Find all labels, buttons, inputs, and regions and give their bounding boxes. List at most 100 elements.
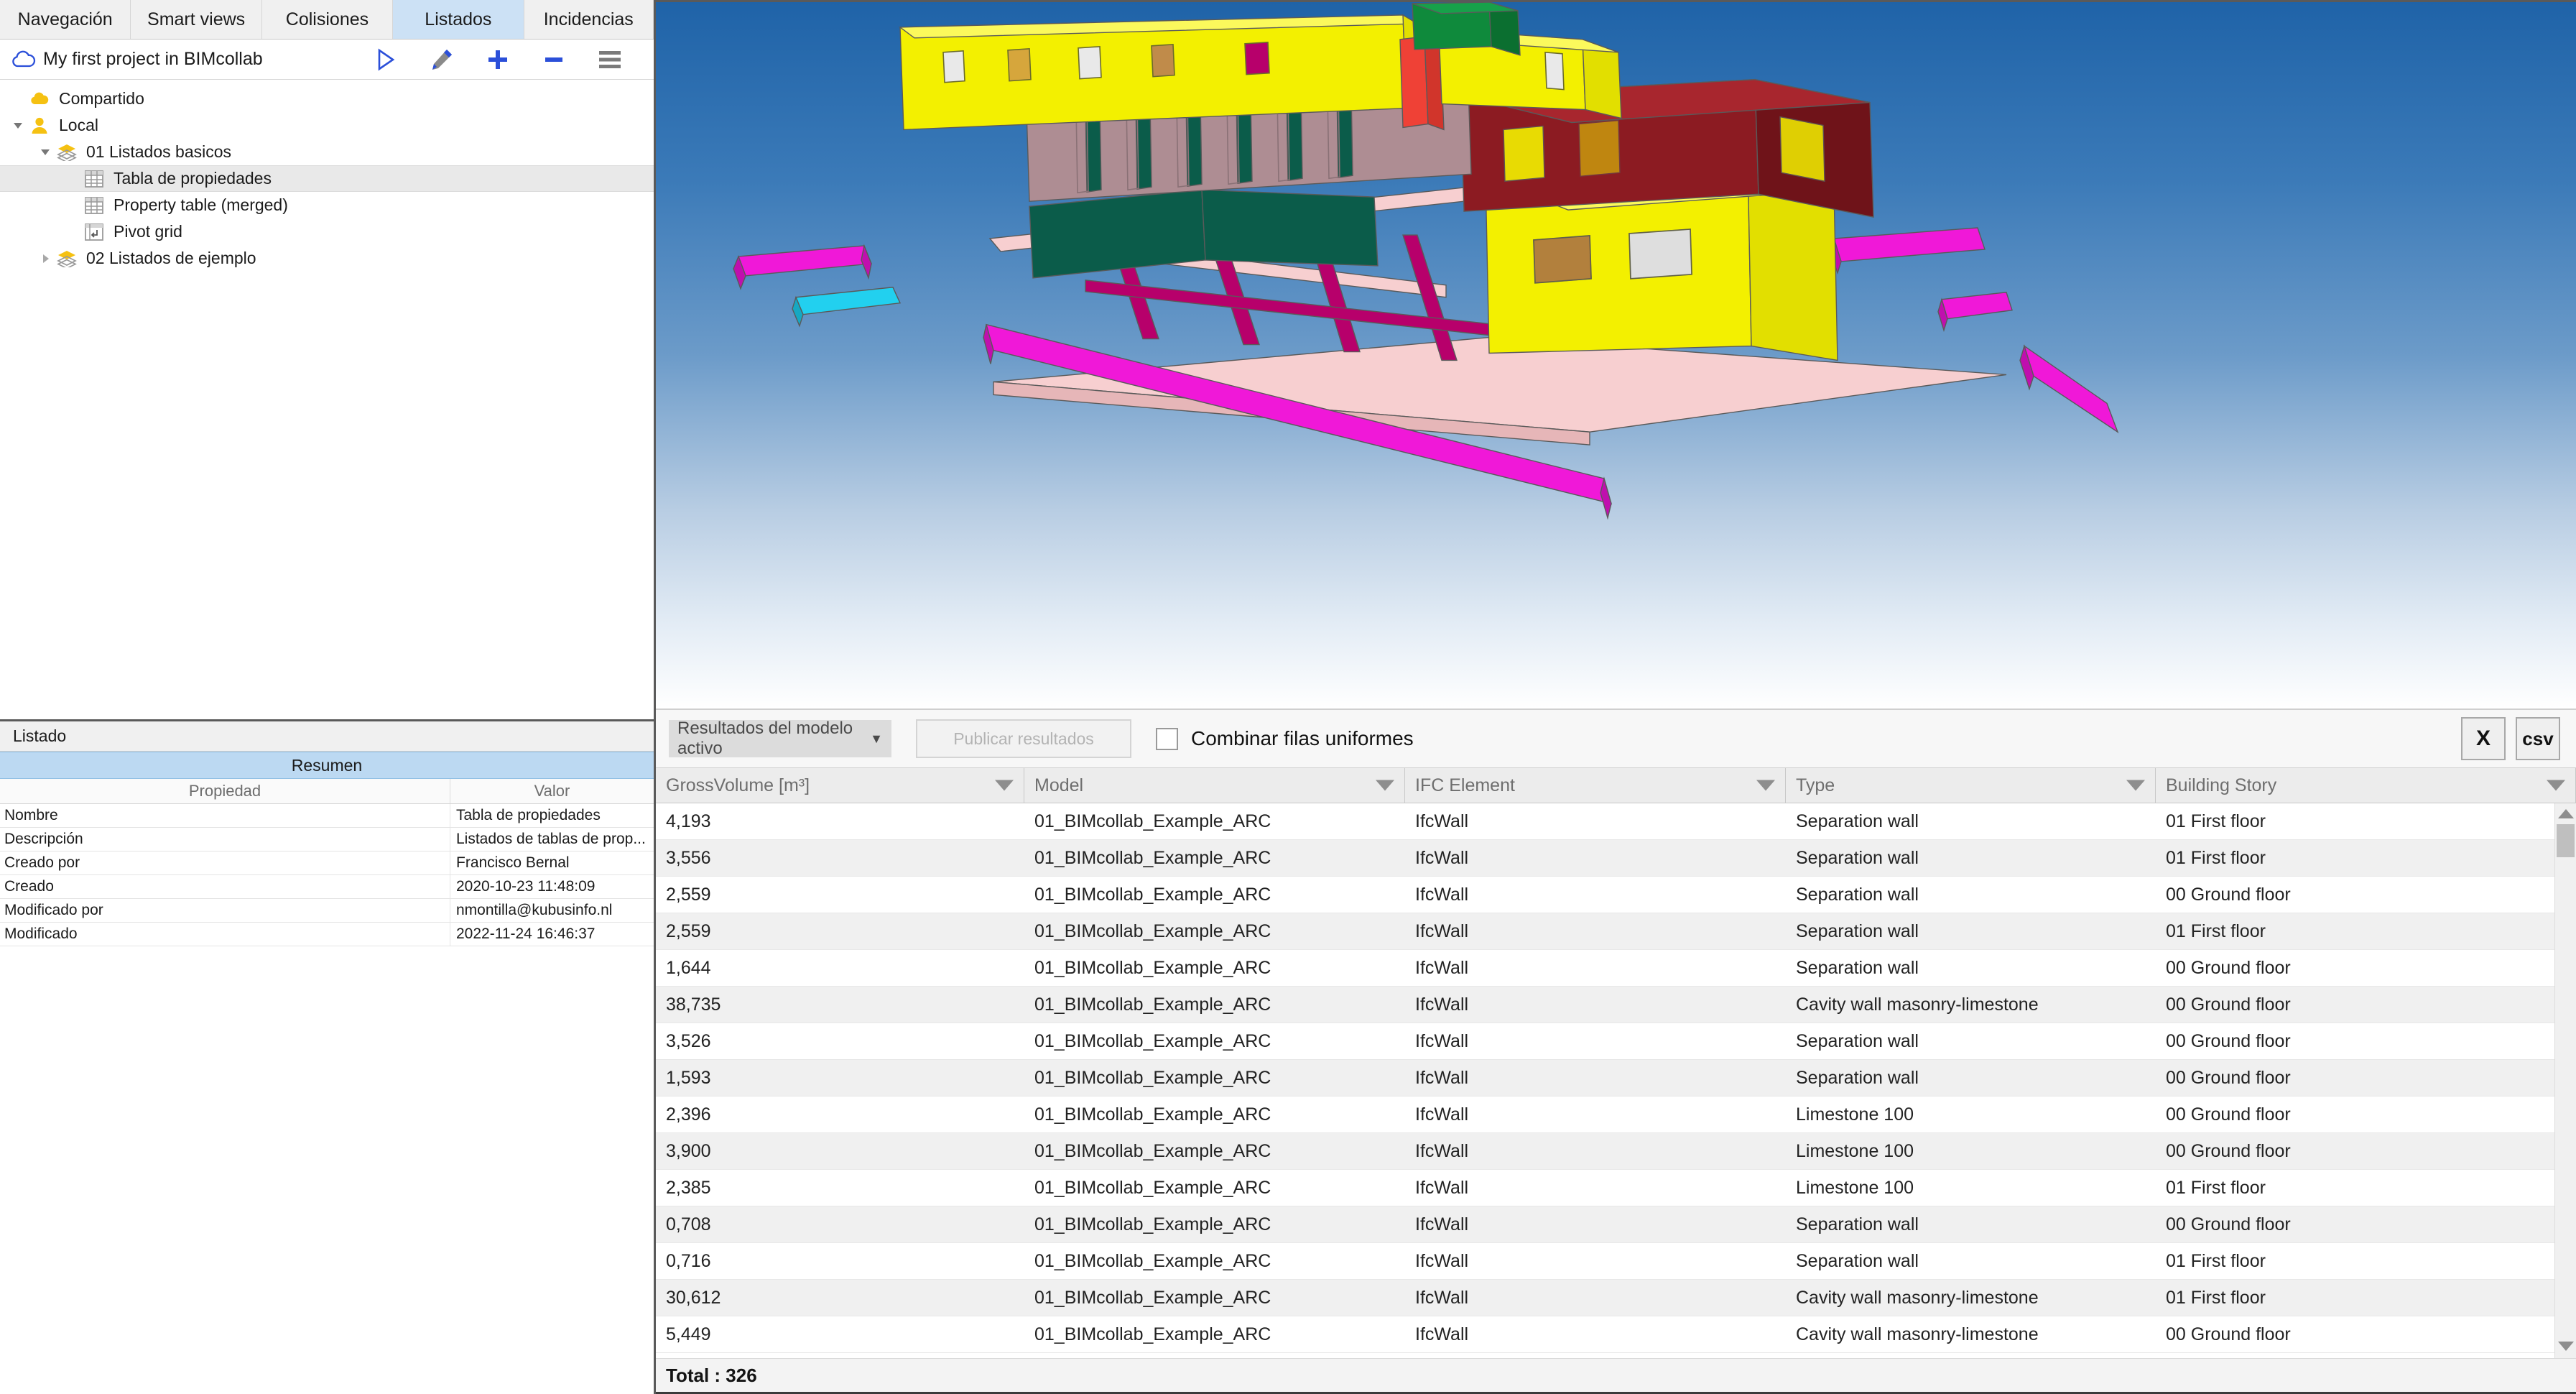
cell-value: 2022-11-24 16:46:37 [456,926,596,942]
resumen-section-header[interactable]: Resumen [0,752,654,779]
sort-caret-icon[interactable] [1376,780,1394,791]
table-row[interactable]: 0,708 01_BIMcollab_Example_ARC IfcWall S… [656,1206,2576,1243]
column-header-label: Type [1796,775,1835,795]
cell-type: Cavity wall masonry-limestone [1796,1324,2039,1344]
export-excel-button[interactable]: X [2461,717,2506,760]
sort-caret-icon[interactable] [995,780,1014,791]
listado-panel-label: Listado [13,726,67,745]
table-row[interactable]: Creado 2020-10-23 11:48:09 [0,875,654,899]
3d-model-viewport[interactable] [656,0,2576,708]
cell-building-story: 00 Ground floor [2166,994,2291,1015]
table-row[interactable]: 3,556 01_BIMcollab_Example_ARC IfcWall S… [656,840,2576,877]
table-row[interactable]: 4,193 01_BIMcollab_Example_ARC IfcWall S… [656,803,2576,840]
table-row[interactable]: 2,559 01_BIMcollab_Example_ARC IfcWall S… [656,913,2576,950]
summary-table-header: Propiedad Valor [0,779,654,804]
pivot-grid-icon [82,223,106,241]
table-row[interactable]: 1,644 01_BIMcollab_Example_ARC IfcWall S… [656,950,2576,987]
cell-type: Separation wall [1796,957,1919,978]
results-total-bar: Total : 326 [656,1358,2576,1394]
table-row[interactable]: Modificado 2022-11-24 16:46:37 [0,923,654,946]
sort-caret-icon[interactable] [2547,780,2565,791]
table-row[interactable]: Modificado por nmontilla@kubusinfo.nl [0,899,654,923]
combine-uniform-rows-checkbox[interactable] [1156,727,1178,750]
table-row[interactable]: 38,735 01_BIMcollab_Example_ARC IfcWall … [656,987,2576,1023]
table-row[interactable]: 30,612 01_BIMcollab_Example_ARC IfcWall … [656,1280,2576,1316]
tree-item-label: 01 Listados basicos [86,142,232,161]
scroll-down-arrow-icon[interactable] [2557,1342,2574,1351]
cell-model: 01_BIMcollab_Example_ARC [1034,884,1271,905]
cell-model: 01_BIMcollab_Example_ARC [1034,1030,1271,1051]
menu-icon[interactable] [582,40,638,80]
cell-property: Nombre [0,804,450,827]
listings-tree: Compartido Local 01 Listados basicos Tab… [0,80,654,721]
results-scope-select[interactable]: Resultados del modelo activo ▼ [669,719,891,758]
table-row[interactable]: 3,526 01_BIMcollab_Example_ARC IfcWall S… [656,1023,2576,1060]
cell-building-story: 01 First floor [2166,1177,2266,1198]
tree-item-label: Property table (merged) [113,195,288,214]
tree-item-property-table-merged[interactable]: Property table (merged) [0,192,654,218]
project-name: My first project in BIMcollab [43,49,263,69]
scroll-up-arrow-icon[interactable] [2557,809,2574,818]
results-table-scrollbar[interactable] [2554,803,2576,1358]
cell-building-story: 00 Ground floor [2166,1324,2291,1344]
tree-item-02-listados-de-ejemplo[interactable]: 02 Listados de ejemplo [0,245,654,272]
tree-item-01-listados-basicos[interactable]: 01 Listados basicos [0,139,654,165]
column-header-ifc-element[interactable]: IFC Element [1405,768,1786,803]
sort-caret-icon[interactable] [1756,780,1775,791]
column-header-propiedad[interactable]: Propiedad [0,779,450,803]
tab-listados[interactable]: Listados [393,0,524,39]
cell-grossvolume: 2,396 [666,1104,711,1125]
tab-incidencias[interactable]: Incidencias [524,0,654,39]
table-row[interactable]: 0,716 01_BIMcollab_Example_ARC IfcWall S… [656,1243,2576,1280]
publish-results-button[interactable]: Publicar resultados [916,719,1131,758]
cell-ifc-element: IfcWall [1415,1214,1469,1234]
twisty-open-icon[interactable] [36,147,55,157]
tab-smart-views[interactable]: Smart views [131,0,262,39]
cell-ifc-element: IfcWall [1415,811,1469,831]
tree-item-pivot-grid[interactable]: Pivot grid [0,218,654,245]
table-row[interactable]: 5,449 01_BIMcollab_Example_ARC IfcWall C… [656,1316,2576,1353]
twisty-closed-icon[interactable] [36,254,55,264]
cell-model: 01_BIMcollab_Example_ARC [1034,957,1271,978]
twisty-open-icon[interactable] [9,121,27,131]
tab-colisiones[interactable]: Colisiones [261,0,394,39]
column-header-type[interactable]: Type [1786,768,2156,803]
table-row[interactable]: 3,900 01_BIMcollab_Example_ARC IfcWall L… [656,1133,2576,1170]
table-row[interactable]: 2,385 01_BIMcollab_Example_ARC IfcWall L… [656,1170,2576,1206]
layers-icon [55,144,79,161]
add-icon[interactable] [470,40,526,80]
cell-grossvolume: 38,735 [666,994,721,1015]
column-header-model[interactable]: Model [1024,768,1405,803]
export-csv-button[interactable]: csv [2516,717,2560,760]
right-side: Resultados del modelo activo ▼ Publicar … [656,0,2576,1394]
tree-item-compartido[interactable]: Compartido [0,86,654,112]
remove-icon[interactable] [526,40,582,80]
tree-item-local[interactable]: Local [0,112,654,139]
table-row[interactable]: Nombre Tabla de propiedades [0,804,654,828]
column-header-building-story[interactable]: Building Story [2156,768,2576,803]
summary-table-filler [0,946,654,1394]
cell-type: Cavity wall masonry-limestone [1796,1287,2039,1308]
table-row[interactable]: 2,396 01_BIMcollab_Example_ARC IfcWall L… [656,1097,2576,1133]
combine-uniform-rows-checkbox-wrap[interactable]: Combinar filas uniformes [1156,727,1414,750]
cell-ifc-element: IfcWall [1415,847,1469,868]
cell-model: 01_BIMcollab_Example_ARC [1034,1140,1271,1161]
cell-type: Separation wall [1796,884,1919,905]
tab-navegacion[interactable]: Navegación [0,0,131,39]
table-row[interactable]: Creado por Francisco Bernal [0,851,654,875]
scrollbar-thumb[interactable] [2557,824,2575,857]
cell-type: Separation wall [1796,1214,1919,1234]
sort-caret-icon[interactable] [2126,780,2145,791]
cell-building-story: 01 First floor [2166,1250,2266,1271]
column-header-grossvolume[interactable]: GrossVolume [m³] [656,768,1024,803]
column-header-label: Valor [534,782,570,800]
table-row[interactable]: 1,593 01_BIMcollab_Example_ARC IfcWall S… [656,1060,2576,1097]
cell-grossvolume: 30,612 [666,1287,721,1308]
tree-item-tabla-de-propiedades[interactable]: Tabla de propiedades [0,165,654,192]
cell-grossvolume: 2,559 [666,884,711,905]
column-header-valor[interactable]: Valor [450,779,654,803]
edit-pencil-icon[interactable] [414,40,470,80]
table-row[interactable]: Descripción Listados de tablas de prop..… [0,828,654,851]
table-row[interactable]: 2,559 01_BIMcollab_Example_ARC IfcWall S… [656,877,2576,913]
run-icon[interactable] [358,40,414,80]
